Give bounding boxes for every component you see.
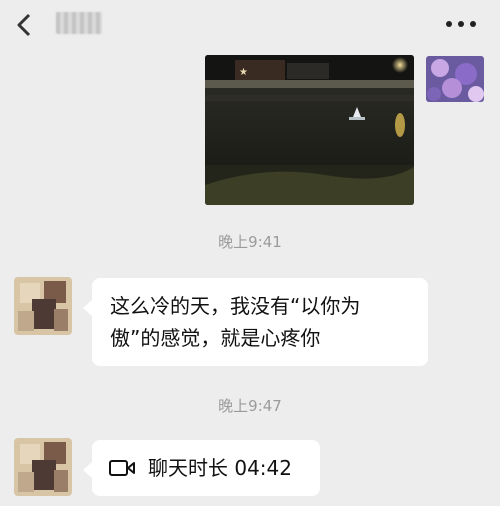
chat-header bbox=[0, 0, 500, 50]
self-avatar[interactable] bbox=[426, 56, 484, 102]
video-call-icon bbox=[109, 460, 135, 476]
message-bubble[interactable]: 这么冷的天，我没有“以你为 傲”的感觉，就是心疼你 bbox=[83, 278, 428, 366]
contact-avatar[interactable] bbox=[14, 277, 72, 335]
video-call-bubble[interactable]: 聊天时长 04:42 bbox=[83, 440, 320, 496]
message-line: 这么冷的天，我没有“以你为 bbox=[110, 294, 361, 318]
chevron-left-icon[interactable] bbox=[14, 12, 36, 38]
message-line: 傲”的感觉，就是心疼你 bbox=[110, 326, 321, 350]
call-duration: 聊天时长 04:42 bbox=[148, 456, 292, 480]
ellipsis-icon[interactable] bbox=[443, 14, 479, 34]
contact-avatar[interactable] bbox=[14, 438, 72, 496]
timestamp: 晚上9:41 bbox=[218, 233, 282, 251]
svg-text:★: ★ bbox=[239, 67, 248, 78]
sent-photo[interactable]: ★ bbox=[205, 55, 414, 205]
contact-name[interactable] bbox=[56, 12, 102, 34]
timestamp: 晚上9:47 bbox=[218, 397, 282, 415]
